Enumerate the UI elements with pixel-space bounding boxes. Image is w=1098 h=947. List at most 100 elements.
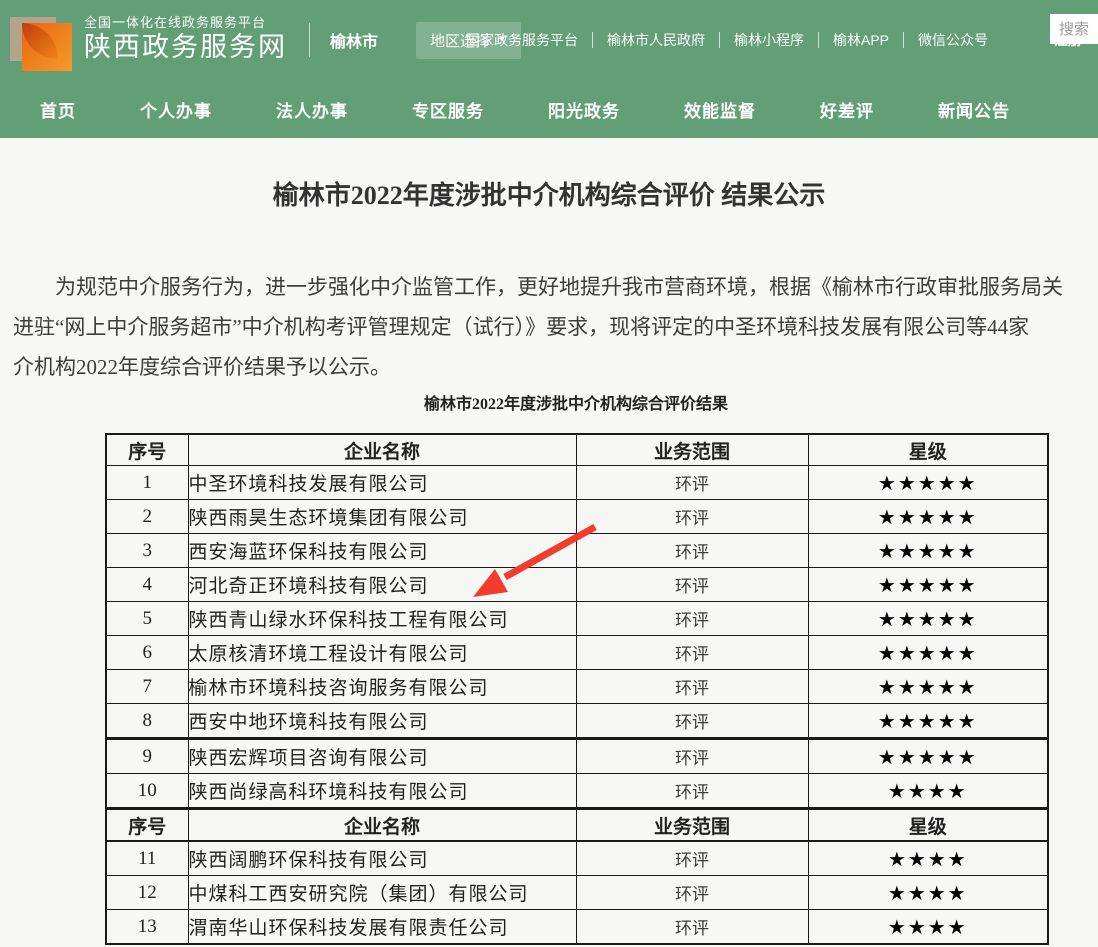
cell-name: 西安海蓝环保科技有限公司 <box>188 534 576 568</box>
cell-stars: ★★★★★ <box>808 670 1048 704</box>
paragraph-line: 介机构2022年度综合评价结果予以公示。 <box>13 347 1098 387</box>
cell-scope: 环评 <box>576 636 808 670</box>
cell-no: 10 <box>106 774 188 809</box>
article-content: 榆林市2022年度涉批中介机构综合评价 结果公示 为规范中介服务行为，进一步强化… <box>0 138 1098 945</box>
cell-scope: 环评 <box>576 466 808 500</box>
cell-stars: ★★★★★ <box>808 500 1048 534</box>
top-link[interactable]: 榆林APP <box>819 30 903 50</box>
table-row: 4河北奇正环境科技有限公司环评★★★★★ <box>106 568 1048 602</box>
table-row: 8西安中地环境科技有限公司环评★★★★★ <box>106 704 1048 739</box>
header-cell: 序号 <box>106 809 188 842</box>
cell-scope: 环评 <box>576 670 808 704</box>
top-link[interactable]: 微信公众号 <box>904 30 1002 50</box>
table-caption: 榆林市2022年度涉批中介机构综合评价结果 <box>105 394 1047 416</box>
table-row: 11陕西阔鹏环保科技有限公司环评★★★★ <box>106 841 1048 876</box>
cell-no: 4 <box>106 568 188 602</box>
cell-name: 河北奇正环境科技有限公司 <box>188 568 576 602</box>
table-row: 3西安海蓝环保科技有限公司环评★★★★★ <box>106 534 1048 568</box>
cell-stars: ★★★★★ <box>808 636 1048 670</box>
cell-stars: ★★★★★ <box>808 602 1048 636</box>
cell-name: 陕西青山绿水环保科技工程有限公司 <box>188 602 576 636</box>
page-title: 榆林市2022年度涉批中介机构综合评价 结果公示 <box>0 138 1098 217</box>
header-cell: 企业名称 <box>188 434 576 466</box>
cell-no: 8 <box>106 704 188 739</box>
cell-stars: ★★★★ <box>808 774 1048 809</box>
cell-no: 2 <box>106 500 188 534</box>
cell-stars: ★★★★★ <box>808 704 1048 739</box>
current-city-label: 榆林市 <box>330 28 378 52</box>
cell-no: 9 <box>106 739 188 774</box>
cell-scope: 环评 <box>576 841 808 876</box>
cell-scope: 环评 <box>576 500 808 534</box>
table-header-row: 序号企业名称业务范围星级 <box>106 809 1048 842</box>
cell-no: 13 <box>106 910 188 945</box>
nav-item[interactable]: 好差评 <box>820 97 874 122</box>
nav-item[interactable]: 效能监督 <box>684 97 756 122</box>
cell-no: 1 <box>106 466 188 500</box>
cell-scope: 环评 <box>576 704 808 739</box>
paragraph-line: 进驻“网上中介服务超市”中介机构考评管理规定（试行）》要求，现将评定的中圣环境科… <box>13 307 1098 347</box>
announcement-paragraph: 为规范中介服务行为，进一步强化中介监管工作，更好地提升我市营商环境，根据《榆林市… <box>0 267 1098 387</box>
table-header-row: 序号企业名称业务范围星级 <box>106 434 1048 466</box>
header-cell: 星级 <box>808 809 1048 842</box>
table-row: 2陕西雨昊生态环境集团有限公司环评★★★★★ <box>106 500 1048 534</box>
cell-scope: 环评 <box>576 774 808 809</box>
cell-name: 陕西尚绿高科环境科技有限公司 <box>188 774 576 809</box>
cell-scope: 环评 <box>576 534 808 568</box>
table-row: 10陕西尚绿高科环境科技有限公司环评★★★★ <box>106 774 1048 809</box>
nav-item[interactable]: 新闻公告 <box>938 97 1010 122</box>
cell-stars: ★★★★★ <box>808 534 1048 568</box>
header-cell: 星级 <box>808 434 1048 466</box>
cell-no: 7 <box>106 670 188 704</box>
cell-scope: 环评 <box>576 568 808 602</box>
cell-name: 中圣环境科技发展有限公司 <box>188 466 576 500</box>
cell-stars: ★★★★ <box>808 910 1048 945</box>
table-row: 1中圣环境科技发展有限公司环评★★★★★ <box>106 466 1048 500</box>
cell-name: 榆林市环境科技咨询服务有限公司 <box>188 670 576 704</box>
cell-name: 陕西宏辉项目咨询有限公司 <box>188 739 576 774</box>
header-cell: 业务范围 <box>576 434 808 466</box>
nav-item[interactable]: 法人办事 <box>276 97 348 122</box>
table-row: 9陕西宏辉项目咨询有限公司环评★★★★★ <box>106 739 1048 774</box>
cell-no: 5 <box>106 602 188 636</box>
cell-scope: 环评 <box>576 602 808 636</box>
cell-name: 渭南华山环保科技发展有限责任公司 <box>188 910 576 945</box>
cell-stars: ★★★★★ <box>808 739 1048 774</box>
top-links: 国家政务服务平台榆林市人民政府榆林小程序榆林APP微信公众号注册 <box>452 0 1082 80</box>
paragraph-line: 为规范中介服务行为，进一步强化中介监管工作，更好地提升我市营商环境，根据《榆林市… <box>13 267 1098 307</box>
nav-item[interactable]: 个人办事 <box>140 97 212 122</box>
cell-name: 陕西阔鹏环保科技有限公司 <box>188 841 576 876</box>
nav-item[interactable]: 专区服务 <box>412 97 484 122</box>
main-nav: 首页 个人办事 法人办事 专区服务 阳光政务 效能监督 好差评 新闻公告 <box>0 80 1098 138</box>
table-row: 12中煤科工西安研究院（集团）有限公司环评★★★★ <box>106 876 1048 910</box>
header-cell: 企业名称 <box>188 809 576 842</box>
top-link[interactable]: 榆林市人民政府 <box>593 30 719 50</box>
top-link[interactable]: 国家政务服务平台 <box>452 30 592 50</box>
cell-scope: 环评 <box>576 876 808 910</box>
search-input[interactable] <box>1050 14 1098 44</box>
site-name: 陕西政务服务网 <box>84 31 287 65</box>
cell-stars: ★★★★ <box>808 841 1048 876</box>
cell-stars: ★★★★★ <box>808 466 1048 500</box>
cell-scope: 环评 <box>576 739 808 774</box>
cell-name: 中煤科工西安研究院（集团）有限公司 <box>188 876 576 910</box>
top-link[interactable]: 榆林小程序 <box>720 30 818 50</box>
table-row: 5陕西青山绿水环保科技工程有限公司环评★★★★★ <box>106 602 1048 636</box>
cell-stars: ★★★★★ <box>808 568 1048 602</box>
header-cell: 业务范围 <box>576 809 808 842</box>
site-header: 全国一体化在线政务服务平台 陕西政务服务网 榆林市 地区选择 ▼ 国家政务服务平… <box>0 0 1098 80</box>
cell-no: 6 <box>106 636 188 670</box>
results-table: 序号企业名称业务范围星级1中圣环境科技发展有限公司环评★★★★★2陕西雨昊生态环… <box>105 433 1049 945</box>
header-divider <box>309 23 310 57</box>
table-row: 6太原核清环境工程设计有限公司环评★★★★★ <box>106 636 1048 670</box>
cell-stars: ★★★★ <box>808 876 1048 910</box>
cell-no: 11 <box>106 841 188 876</box>
nav-item[interactable]: 首页 <box>40 97 76 122</box>
site-logo <box>8 9 72 71</box>
cell-scope: 环评 <box>576 910 808 945</box>
nav-item[interactable]: 阳光政务 <box>548 97 620 122</box>
page: { "brand": { "platform_label": "全国一体化在线政… <box>0 0 1098 947</box>
table-row: 7榆林市环境科技咨询服务有限公司环评★★★★★ <box>106 670 1048 704</box>
header-cell: 序号 <box>106 434 188 466</box>
brand-text: 全国一体化在线政务服务平台 陕西政务服务网 <box>84 15 287 65</box>
